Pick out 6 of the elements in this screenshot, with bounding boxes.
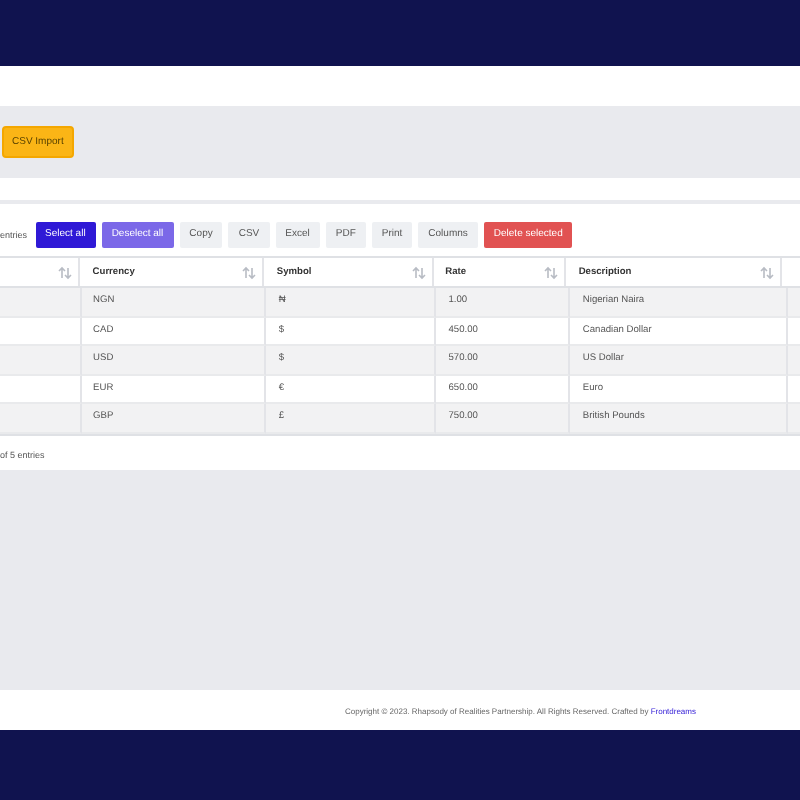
sort-icon <box>760 265 775 279</box>
sort-icon <box>58 265 73 279</box>
sort-icon <box>411 265 426 279</box>
table-cell <box>0 346 82 375</box>
sort-icon <box>544 265 559 279</box>
sort-icon <box>242 265 257 279</box>
